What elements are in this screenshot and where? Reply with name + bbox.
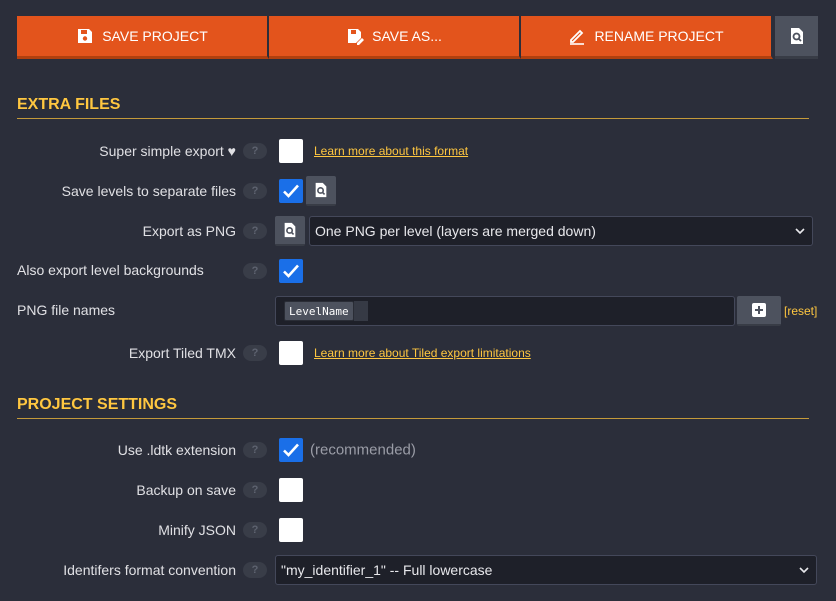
separate-files-row: Save levels to separate files ? <box>0 176 836 206</box>
png-file-names-input[interactable]: LevelName <box>275 296 735 326</box>
save-project-label: SAVE PROJECT <box>102 28 208 44</box>
help-icon[interactable]: ? <box>243 522 267 538</box>
level-name-token[interactable]: LevelName <box>284 301 354 321</box>
level-backgrounds-row: Also export level backgrounds ? <box>0 256 836 286</box>
project-settings-title: PROJECT SETTINGS <box>17 396 809 419</box>
save-icon <box>78 29 93 43</box>
extra-files-title: EXTRA FILES <box>17 96 809 119</box>
export-tiled-checkbox[interactable] <box>279 341 303 365</box>
identifiers-selected-value: "my_identifier_1" -- Full lowercase <box>281 562 493 578</box>
png-file-names-label: PNG file names <box>17 302 116 318</box>
minify-json-label: Minify JSON <box>158 522 236 538</box>
minify-json-checkbox[interactable] <box>279 518 303 542</box>
checkmark-icon <box>283 184 299 198</box>
plus-icon <box>752 303 766 317</box>
help-icon[interactable]: ? <box>243 562 267 578</box>
pencil-icon <box>570 29 585 45</box>
save-as-icon <box>348 29 365 45</box>
identifiers-select[interactable]: "my_identifier_1" -- Full lowercase <box>275 555 817 585</box>
checkmark-icon <box>283 443 299 457</box>
token-caret <box>354 301 368 321</box>
super-simple-export-row: Super simple export ♥ ? Learn more about… <box>0 136 836 166</box>
chevron-down-icon <box>799 567 809 574</box>
identifiers-label: Identifers format convention <box>63 562 236 578</box>
help-icon[interactable]: ? <box>243 183 267 199</box>
super-simple-learn-more-link[interactable]: Learn more about this format <box>314 144 468 158</box>
export-png-selected-value: One PNG per level (layers are merged dow… <box>315 223 596 239</box>
locate-project-button[interactable] <box>775 16 818 59</box>
rename-project-label: RENAME PROJECT <box>594 28 724 44</box>
help-icon[interactable]: ? <box>243 482 267 498</box>
tiled-learn-more-link[interactable]: Learn more about Tiled export limitation… <box>314 346 531 360</box>
png-file-names-row: PNG file names LevelName [reset] <box>0 296 836 326</box>
help-icon[interactable]: ? <box>243 263 267 279</box>
reset-link[interactable]: [reset] <box>784 304 817 318</box>
add-token-button[interactable] <box>737 296 781 326</box>
backup-row: Backup on save ? <box>0 475 836 505</box>
separate-files-locate-button[interactable] <box>306 176 336 206</box>
minify-json-row: Minify JSON ? <box>0 515 836 545</box>
export-png-label: Export as PNG <box>142 223 236 239</box>
save-as-label: SAVE AS... <box>372 28 442 44</box>
export-png-row: Export as PNG ? One PNG per level (layer… <box>0 216 836 246</box>
help-icon[interactable]: ? <box>243 442 267 458</box>
level-backgrounds-label: Also export level backgrounds <box>17 262 204 278</box>
recommended-note: (recommended) <box>310 441 416 459</box>
super-simple-export-checkbox[interactable] <box>279 139 303 163</box>
backup-checkbox[interactable] <box>279 478 303 502</box>
ldtk-extension-label: Use .ldtk extension <box>117 442 236 458</box>
chevron-down-icon <box>795 228 805 235</box>
level-backgrounds-checkbox[interactable] <box>279 259 303 283</box>
help-icon[interactable]: ? <box>243 223 267 239</box>
rename-project-button[interactable]: RENAME PROJECT <box>521 16 773 59</box>
export-tiled-row: Export Tiled TMX ? Learn more about Tile… <box>0 338 836 368</box>
help-icon[interactable]: ? <box>243 143 267 159</box>
identifiers-row: Identifers format convention ? "my_ident… <box>0 555 836 585</box>
ldtk-extension-row: Use .ldtk extension ? (recommended) <box>0 435 836 465</box>
backup-label: Backup on save <box>136 482 236 498</box>
file-search-icon <box>790 28 803 44</box>
save-as-button[interactable]: SAVE AS... <box>269 16 521 59</box>
export-tiled-label: Export Tiled TMX <box>128 345 236 361</box>
file-search-icon <box>315 182 327 198</box>
ldtk-extension-checkbox[interactable] <box>279 438 303 462</box>
help-icon[interactable]: ? <box>243 345 267 361</box>
save-project-button[interactable]: SAVE PROJECT <box>17 16 269 59</box>
file-search-icon <box>284 222 296 238</box>
checkmark-icon <box>283 264 299 278</box>
super-simple-export-label: Super simple export ♥ <box>99 143 236 159</box>
separate-files-label: Save levels to separate files <box>61 183 236 199</box>
separate-files-checkbox[interactable] <box>279 179 303 203</box>
toolbar: SAVE PROJECT SAVE AS... RENAME PROJECT <box>17 16 818 59</box>
export-png-select[interactable]: One PNG per level (layers are merged dow… <box>309 216 813 246</box>
export-png-locate-button[interactable] <box>275 216 305 246</box>
